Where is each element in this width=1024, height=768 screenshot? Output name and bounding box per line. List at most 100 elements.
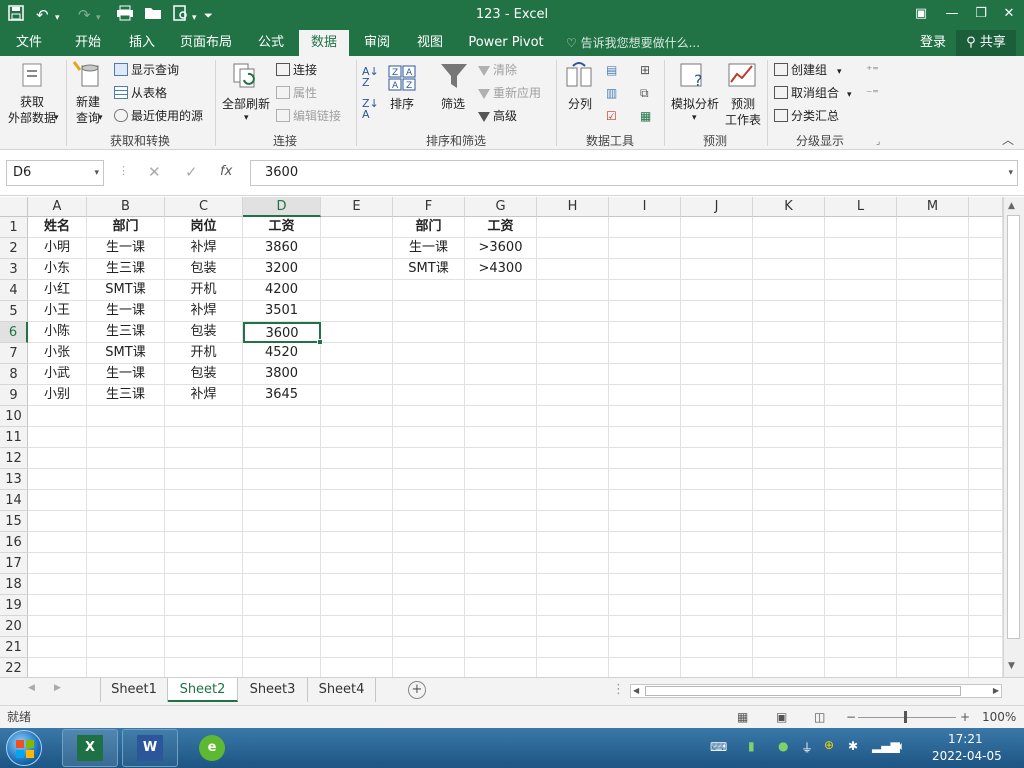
cell-a8[interactable]: 小武 (28, 364, 87, 385)
cell-d11[interactable] (243, 427, 321, 448)
cell-m8[interactable] (897, 364, 969, 385)
cell-c4[interactable]: 开机 (165, 280, 243, 301)
cell-g2[interactable]: >3600 (465, 238, 537, 259)
cell-e1[interactable] (321, 217, 393, 238)
cell-d4[interactable]: 4200 (243, 280, 321, 301)
cell-overflow[interactable] (969, 553, 1003, 574)
restore-button[interactable]: ❐ (970, 4, 992, 24)
cell-overflow[interactable] (969, 490, 1003, 511)
cell-h12[interactable] (537, 448, 609, 469)
cell-b14[interactable] (87, 490, 165, 511)
cell-b18[interactable] (87, 574, 165, 595)
cell-g13[interactable] (465, 469, 537, 490)
cell-i21[interactable] (609, 637, 681, 658)
cell-f1[interactable]: 部门 (393, 217, 465, 238)
volume-icon[interactable]: 🔈︎ (898, 739, 905, 754)
cell-h10[interactable] (537, 406, 609, 427)
cell-k17[interactable] (753, 553, 825, 574)
cell-i19[interactable] (609, 595, 681, 616)
cell-k18[interactable] (753, 574, 825, 595)
cell-m14[interactable] (897, 490, 969, 511)
cell-f5[interactable] (393, 301, 465, 322)
cell-j11[interactable] (681, 427, 753, 448)
start-button[interactable] (6, 730, 42, 766)
cell-c20[interactable] (165, 616, 243, 637)
cell-k13[interactable] (753, 469, 825, 490)
cell-h22[interactable] (537, 658, 609, 677)
row-header-8[interactable]: 8 (0, 364, 28, 385)
cell-j19[interactable] (681, 595, 753, 616)
row-header-20[interactable]: 20 (0, 616, 28, 637)
cell-l15[interactable] (825, 511, 897, 532)
row-header-19[interactable]: 19 (0, 595, 28, 616)
cell-b4[interactable]: SMT课 (87, 280, 165, 301)
cell-d20[interactable] (243, 616, 321, 637)
cell-a5[interactable]: 小王 (28, 301, 87, 322)
cell-h3[interactable] (537, 259, 609, 280)
cell-b19[interactable] (87, 595, 165, 616)
column-header-b[interactable]: B (87, 197, 165, 217)
cell-l17[interactable] (825, 553, 897, 574)
cell-e8[interactable] (321, 364, 393, 385)
cell-f21[interactable] (393, 637, 465, 658)
insert-function-icon[interactable]: fx (220, 164, 232, 179)
cell-i16[interactable] (609, 532, 681, 553)
outline-dialog-launcher-icon[interactable]: ⌟ (876, 134, 880, 150)
row-header-18[interactable]: 18 (0, 574, 28, 595)
cell-j16[interactable] (681, 532, 753, 553)
cell-a1[interactable]: 姓名 (28, 217, 87, 238)
row-header-17[interactable]: 17 (0, 553, 28, 574)
cell-e13[interactable] (321, 469, 393, 490)
cell-h21[interactable] (537, 637, 609, 658)
formula-input[interactable]: 3600 ▾ (250, 160, 1018, 186)
share-button[interactable]: ⚲ 共享 (956, 30, 1016, 56)
ribbon-display-options-icon[interactable]: ▣ (910, 4, 932, 24)
cell-a10[interactable] (28, 406, 87, 427)
cell-f7[interactable] (393, 343, 465, 364)
cell-l5[interactable] (825, 301, 897, 322)
cell-l18[interactable] (825, 574, 897, 595)
cell-e21[interactable] (321, 637, 393, 658)
cell-j1[interactable] (681, 217, 753, 238)
cell-f3[interactable]: SMT课 (393, 259, 465, 280)
cell-b8[interactable]: 生一课 (87, 364, 165, 385)
cell-i7[interactable] (609, 343, 681, 364)
cell-c2[interactable]: 补焊 (165, 238, 243, 259)
tray-app-icon[interactable]: ● (778, 739, 788, 753)
column-header-d[interactable]: D (243, 197, 321, 217)
cell-overflow[interactable] (969, 406, 1003, 427)
cell-i17[interactable] (609, 553, 681, 574)
cell-j12[interactable] (681, 448, 753, 469)
cell-f4[interactable] (393, 280, 465, 301)
tray-plus-icon[interactable]: ⊕ (824, 738, 834, 752)
cell-h19[interactable] (537, 595, 609, 616)
cell-k11[interactable] (753, 427, 825, 448)
cell-d22[interactable] (243, 658, 321, 677)
cell-g16[interactable] (465, 532, 537, 553)
horizontal-scrollbar[interactable]: ◀ ▶ (630, 684, 1002, 698)
cell-c3[interactable]: 包装 (165, 259, 243, 280)
cell-a22[interactable] (28, 658, 87, 677)
cell-c12[interactable] (165, 448, 243, 469)
cell-h2[interactable] (537, 238, 609, 259)
cell-overflow[interactable] (969, 343, 1003, 364)
remove-duplicates-icon[interactable]: ▥ (606, 85, 617, 101)
cell-e19[interactable] (321, 595, 393, 616)
cell-i15[interactable] (609, 511, 681, 532)
cell-g4[interactable] (465, 280, 537, 301)
cell-m11[interactable] (897, 427, 969, 448)
tab-file[interactable]: 文件 (6, 30, 52, 56)
cell-f19[interactable] (393, 595, 465, 616)
cell-a19[interactable] (28, 595, 87, 616)
cell-a7[interactable]: 小张 (28, 343, 87, 364)
row-header-22[interactable]: 22 (0, 658, 28, 677)
cell-e3[interactable] (321, 259, 393, 280)
cell-f9[interactable] (393, 385, 465, 406)
row-header-9[interactable]: 9 (0, 385, 28, 406)
cell-h20[interactable] (537, 616, 609, 637)
expand-formula-bar-icon[interactable]: ▾ (1008, 161, 1013, 185)
new-query-dropdown-icon[interactable]: ▾ (98, 110, 103, 126)
cell-b13[interactable] (87, 469, 165, 490)
cell-d3[interactable]: 3200 (243, 259, 321, 280)
taskbar-ie[interactable]: e (184, 729, 240, 767)
